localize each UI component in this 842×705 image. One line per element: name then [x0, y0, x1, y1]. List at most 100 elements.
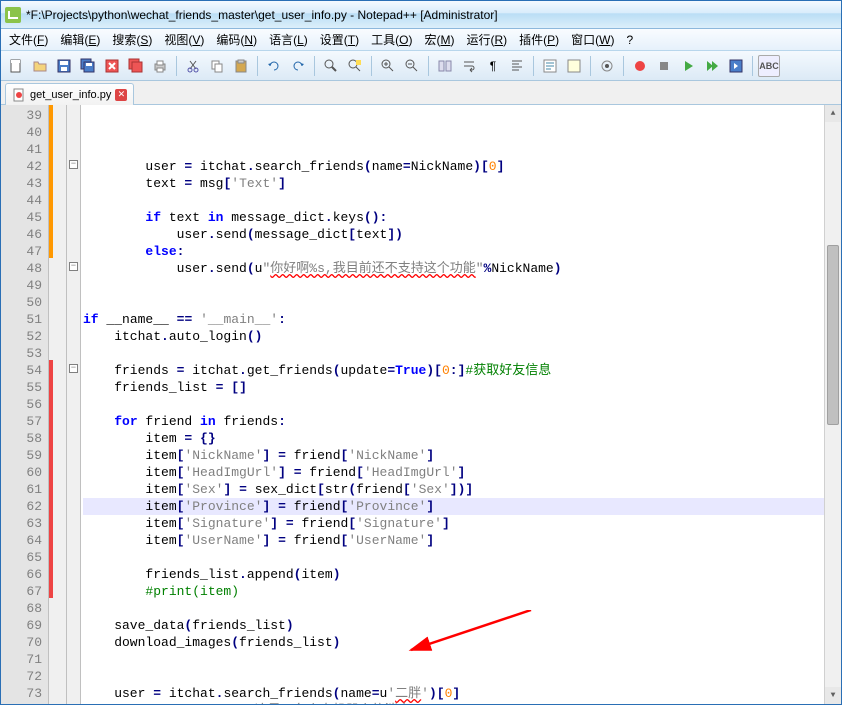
sync-scroll-button[interactable]: [434, 55, 456, 77]
word-wrap-button[interactable]: [458, 55, 480, 77]
vertical-scrollbar[interactable]: ▲ ▼: [824, 105, 841, 704]
menu-item[interactable]: 宏(M): [418, 29, 460, 50]
code-line[interactable]: #print(item): [83, 583, 841, 600]
annotation-arrow: [401, 610, 541, 660]
code-line[interactable]: user.send(u"你好啊%s,我目前还不支持这个功能"%NickName): [83, 260, 841, 277]
code-area[interactable]: user = itchat.search_friends(name=NickNa…: [81, 105, 841, 704]
app-window: *F:\Projects\python\wechat_friends_maste…: [0, 0, 842, 705]
menu-item[interactable]: 工具(O): [365, 29, 418, 50]
find-button[interactable]: [320, 55, 342, 77]
undo-button[interactable]: [263, 55, 285, 77]
code-line[interactable]: if text in message_dict.keys():: [83, 209, 841, 226]
fold-toggle[interactable]: −: [69, 364, 78, 373]
play-macro-button[interactable]: [677, 55, 699, 77]
indent-guide-button[interactable]: [506, 55, 528, 77]
toolbar-separator: [752, 56, 753, 76]
save-all-button[interactable]: [77, 55, 99, 77]
code-line[interactable]: [83, 549, 841, 566]
tabbar: get_user_info.py ✕: [1, 81, 841, 105]
tab-label: get_user_info.py: [30, 89, 111, 101]
menu-item[interactable]: 窗口(W): [565, 29, 620, 50]
cut-button[interactable]: [182, 55, 204, 77]
zoom-in-button[interactable]: [377, 55, 399, 77]
function-list-button[interactable]: [539, 55, 561, 77]
fold-column: − − −: [67, 105, 81, 704]
change-margin: [49, 105, 67, 704]
scroll-down-arrow[interactable]: ▼: [825, 687, 841, 704]
close-all-button[interactable]: [125, 55, 147, 77]
toolbar-separator: [533, 56, 534, 76]
toolbar-separator: [176, 56, 177, 76]
code-line[interactable]: item['NickName'] = friend['NickName']: [83, 447, 841, 464]
code-line[interactable]: if __name__ == '__main__':: [83, 311, 841, 328]
play-multi-button[interactable]: [701, 55, 723, 77]
show-all-chars-button[interactable]: ¶: [482, 55, 504, 77]
zoom-out-button[interactable]: [401, 55, 423, 77]
menu-item[interactable]: 编码(N): [210, 29, 263, 50]
code-line[interactable]: else:: [83, 243, 841, 260]
code-line[interactable]: item['Signature'] = friend['Signature']: [83, 515, 841, 532]
window-title: *F:\Projects\python\wechat_friends_maste…: [26, 8, 498, 22]
menu-item[interactable]: 语言(L): [263, 29, 314, 50]
scroll-up-arrow[interactable]: ▲: [825, 105, 841, 122]
scrollbar-thumb[interactable]: [827, 245, 839, 425]
menu-item[interactable]: 设置(T): [314, 29, 365, 50]
save-button[interactable]: [53, 55, 75, 77]
menu-item[interactable]: 编辑(E): [54, 29, 106, 50]
menu-item[interactable]: 视图(V): [158, 29, 210, 50]
code-line[interactable]: [83, 294, 841, 311]
code-line[interactable]: [83, 192, 841, 209]
menu-item[interactable]: 搜索(S): [106, 29, 158, 50]
redo-button[interactable]: [287, 55, 309, 77]
paste-button[interactable]: [230, 55, 252, 77]
close-button[interactable]: [101, 55, 123, 77]
code-line[interactable]: text = msg['Text']: [83, 175, 841, 192]
code-line[interactable]: user = itchat.search_friends(name=u'二胖')…: [83, 685, 841, 702]
editor[interactable]: 3940414243444546474849505152535455565758…: [1, 105, 841, 704]
menu-item[interactable]: 文件(F): [3, 29, 54, 50]
open-file-button[interactable]: [29, 55, 51, 77]
code-line[interactable]: friends_list = []: [83, 379, 841, 396]
code-line[interactable]: item = {}: [83, 430, 841, 447]
replace-button[interactable]: [344, 55, 366, 77]
code-line[interactable]: for friend in friends:: [83, 413, 841, 430]
code-line[interactable]: item['Sex'] = sex_dict[str(friend['Sex']…: [83, 481, 841, 498]
code-line[interactable]: [83, 668, 841, 685]
file-modified-icon: [12, 88, 26, 102]
menu-item[interactable]: 运行(R): [460, 29, 513, 50]
code-line[interactable]: friends_list.append(item): [83, 566, 841, 583]
new-file-button[interactable]: [5, 55, 27, 77]
spellcheck-button[interactable]: ABC: [758, 55, 780, 77]
monitor-button[interactable]: [596, 55, 618, 77]
toolbar-separator: [623, 56, 624, 76]
fold-toggle[interactable]: −: [69, 262, 78, 271]
code-line[interactable]: friends = itchat.get_friends(update=True…: [83, 362, 841, 379]
titlebar: *F:\Projects\python\wechat_friends_maste…: [1, 1, 841, 29]
line-number-gutter: 3940414243444546474849505152535455565758…: [1, 105, 49, 704]
code-line[interactable]: user = itchat.search_friends(name=NickNa…: [83, 158, 841, 175]
code-line[interactable]: item['UserName'] = friend['UserName']: [83, 532, 841, 549]
print-button[interactable]: [149, 55, 171, 77]
record-macro-button[interactable]: [629, 55, 651, 77]
code-line[interactable]: user.send(message_dict[text]): [83, 226, 841, 243]
code-line[interactable]: item['Province'] = friend['Province']: [83, 498, 841, 515]
copy-button[interactable]: [206, 55, 228, 77]
file-tab[interactable]: get_user_info.py ✕: [5, 83, 134, 105]
menubar: 文件(F)编辑(E)搜索(S)视图(V)编码(N)语言(L)设置(T)工具(O)…: [1, 29, 841, 51]
menu-item[interactable]: ?: [620, 31, 639, 49]
code-line[interactable]: [83, 345, 841, 362]
toolbar-separator: [428, 56, 429, 76]
toolbar-separator: [590, 56, 591, 76]
code-line[interactable]: user.send(u'hello,这是一条来自机器人的消息'): [83, 702, 841, 704]
code-line[interactable]: item['HeadImgUrl'] = friend['HeadImgUrl'…: [83, 464, 841, 481]
code-line[interactable]: itchat.auto_login(): [83, 328, 841, 345]
fold-toggle[interactable]: −: [69, 160, 78, 169]
code-line[interactable]: [83, 277, 841, 294]
save-macro-button[interactable]: [725, 55, 747, 77]
code-line[interactable]: [83, 396, 841, 413]
menu-item[interactable]: 插件(P): [513, 29, 565, 50]
tab-close-icon[interactable]: ✕: [115, 89, 127, 101]
doc-map-button[interactable]: [563, 55, 585, 77]
stop-macro-button[interactable]: [653, 55, 675, 77]
toolbar-separator: [371, 56, 372, 76]
